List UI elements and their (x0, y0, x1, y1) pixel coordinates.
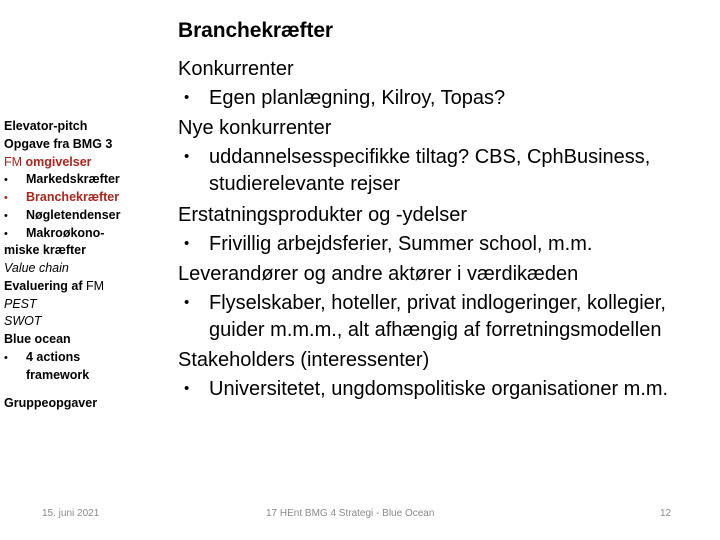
sidebar-item-label-suffix: FM (85, 278, 105, 293)
sidebar-item-label-prefix: FM (4, 154, 26, 169)
sidebar-item-branchekraefter[interactable]: • Branchekræfter (4, 189, 172, 207)
slide-canvas: Elevator-pitch Opgave fra BMG 3 FM omgivel… (0, 0, 720, 540)
page-title: Branchekræfter (178, 19, 333, 42)
sidebar-item-four-actions[interactable]: • 4 actions (4, 349, 172, 367)
sidebar-item-elevator-pitch[interactable]: Elevator-pitch (4, 118, 172, 136)
footer-page-number: 12 (660, 508, 672, 519)
sidebar-item-label: Makroøkono- (26, 225, 105, 240)
sidebar-item-gruppeopgaver[interactable]: Gruppeopgaver (4, 395, 172, 413)
bullet-dot-icon: • (184, 148, 190, 166)
bullet-dot-icon: • (184, 380, 190, 398)
content-heading-konkurrenter: Konkurrenter (178, 57, 294, 80)
content-heading-nye-konkurrenter: Nye konkurrenter (178, 117, 332, 140)
list-item-text: uddannelsesspecifikke tiltag? CBS, CphBu… (209, 146, 651, 196)
outline-spacer (4, 384, 172, 395)
content-block-list: Konkurrenter • Egen planlægning, Kilroy, T… (178, 56, 706, 403)
list-item-text: Egen planlægning, Kilroy, Topas? (209, 86, 506, 109)
sidebar-item-markedskraefter[interactable]: • Markedskræfter (4, 171, 172, 189)
sidebar-item-label: Branchekræfter (26, 190, 120, 204)
slide-main-content: Branchekræfter Konkurrenter • Egen planlæg… (178, 18, 706, 407)
sidebar-item-pest[interactable]: PEST (4, 296, 172, 314)
sidebar-item-makro-wrap[interactable]: miske kræfter (4, 242, 172, 260)
sidebar-item-opgave-bmg3[interactable]: Opgave fra BMG 3 (4, 136, 172, 154)
sidebar-item-framework[interactable]: framework (26, 367, 172, 385)
sidebar-item-label: Evaluering af (4, 278, 86, 293)
sidebar-item-makrooekonomiske[interactable]: • Makroøkono- (4, 225, 172, 243)
sidebar-item-evaluering-af-fm[interactable]: Evaluering af FM (4, 278, 172, 296)
bullet-dot-icon: • (4, 209, 8, 222)
list-item: • uddannelsesspecifikke tiltag? CBS, CphB… (178, 144, 706, 197)
list-item: • Universitetet, ungdomspolitiske organis… (178, 376, 706, 403)
bullet-dot-icon: • (4, 174, 8, 187)
list-item: • Flyselskaber, hoteller, privat indloger… (178, 290, 706, 343)
list-item: • Frivillig arbejdsferier, Summer school,… (178, 231, 706, 258)
list-item-text: Flyselskaber, hoteller, privat indlogeri… (209, 292, 666, 341)
sidebar-item-blue-ocean[interactable]: Blue ocean (4, 331, 172, 349)
content-heading-leverandoerer: Leverandører og andre aktører i værdikæd… (178, 263, 579, 286)
bullet-dot-icon: • (184, 88, 190, 106)
footer-course-info: 17 HEnt BMG 4 Strategi - Blue Ocean (266, 508, 435, 519)
bullet-dot-icon: • (4, 192, 8, 204)
sidebar-item-value-chain[interactable]: Value chain (4, 260, 172, 278)
slide-footer: 15. juni 2021 17 HEnt BMG 4 Strategi - B… (0, 508, 720, 526)
bullet-dot-icon: • (184, 234, 190, 252)
content-heading-erstatningsprodukter: Erstatningsprodukter og -ydelser (178, 203, 468, 226)
content-heading-stakeholders: Stakeholders (interessenter) (178, 349, 430, 372)
sidebar-item-label: Nøgletendenser (26, 207, 121, 222)
sidebar-item-label: Markedskræfter (26, 172, 120, 187)
outline-sidebar: Elevator-pitch Opgave fra BMG 3 FM omgivel… (4, 118, 172, 413)
sidebar-item-label: omgivelser (25, 154, 92, 169)
sidebar-item-label: 4 actions (26, 349, 81, 364)
bullet-dot-icon: • (184, 294, 190, 312)
list-item-text: Frivillig arbejdsferier, Summer school, … (209, 232, 593, 255)
footer-date: 15. juni 2021 (42, 508, 100, 519)
sidebar-item-swot[interactable]: SWOT (4, 313, 172, 331)
list-item-text: Universitetet, ungdomspolitiske organisa… (209, 378, 669, 401)
sidebar-item-nogletendenser[interactable]: • Nøgletendenser (4, 207, 172, 225)
list-item: • Egen planlægning, Kilroy, Topas? (178, 85, 706, 112)
sidebar-item-fm-omgivelser[interactable]: FM omgivelser (4, 154, 172, 172)
bullet-dot-icon: • (4, 351, 8, 364)
bullet-dot-icon: • (4, 227, 8, 240)
